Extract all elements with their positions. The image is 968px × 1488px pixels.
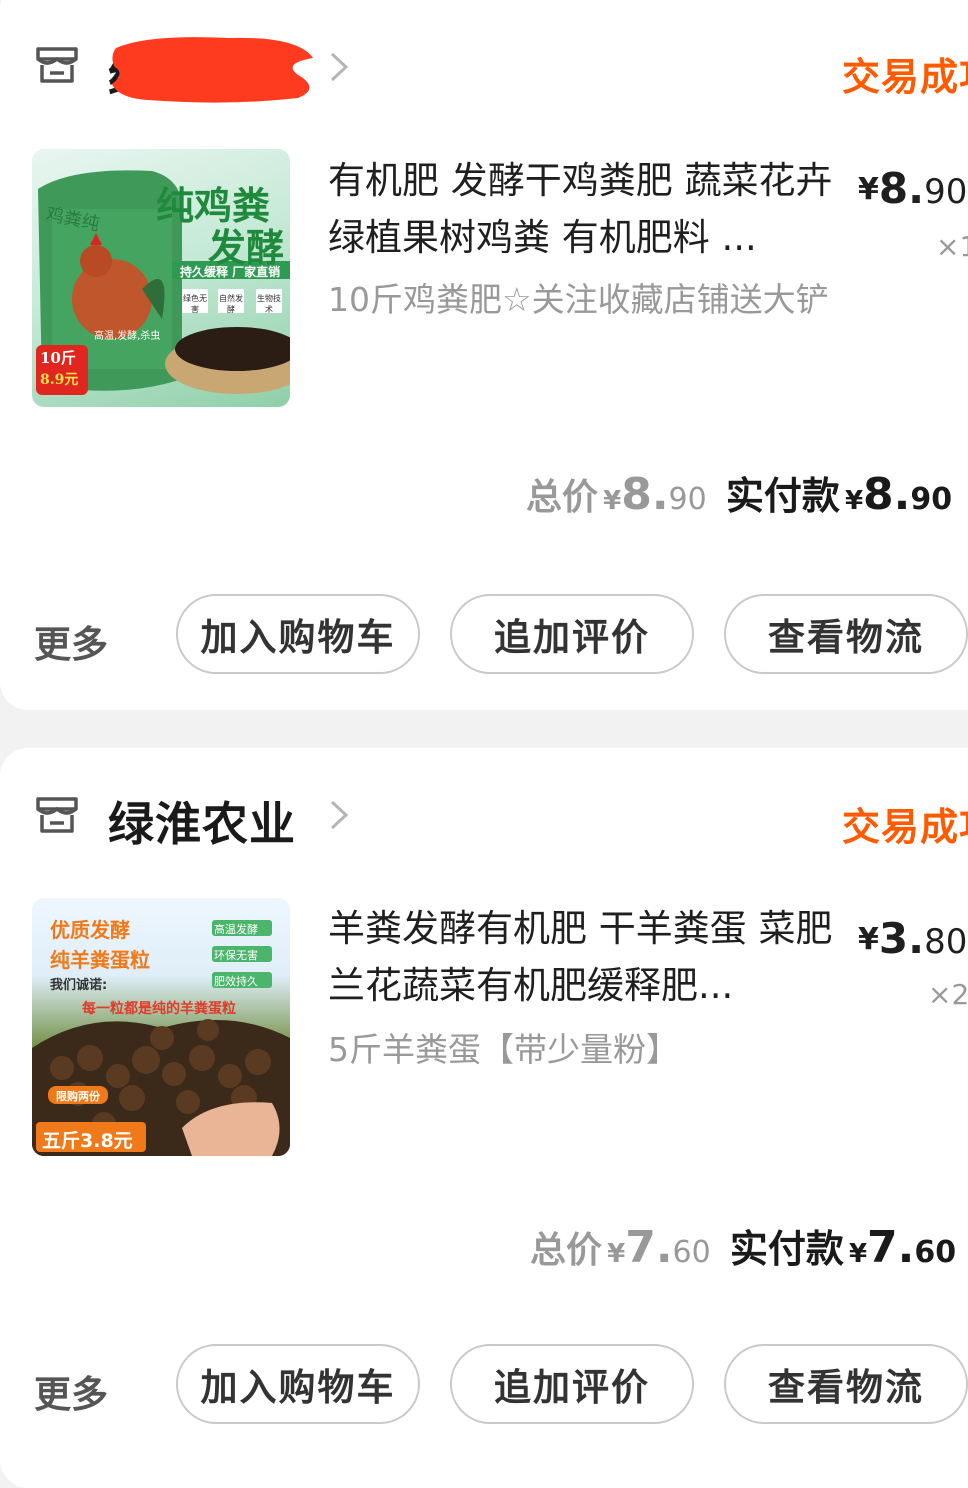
more-button[interactable]: 更多 — [34, 614, 108, 668]
add-review-button[interactable]: 追加评价 — [450, 1344, 694, 1424]
image-tag: 高温发酵 — [214, 923, 258, 936]
paid-label: 实付款 — [729, 1227, 844, 1271]
image-badge: 五斤3.8元 — [42, 1130, 133, 1152]
image-side-text: 高温,发酵,杀虫 — [94, 331, 161, 342]
order-status: 交易成功 — [841, 55, 968, 99]
total-decimal: 60 — [672, 1235, 711, 1270]
paid-symbol: ¥ — [848, 1239, 868, 1269]
image-line1: 优质发酵 — [50, 918, 130, 942]
image-chip: 绿色无害 — [183, 294, 207, 314]
image-line2: 纯羊粪蛋粒 — [50, 948, 150, 972]
paid-label: 实付款 — [725, 474, 840, 518]
image-chip: 生物技术 — [257, 294, 281, 314]
more-button[interactable]: 更多 — [34, 1364, 108, 1418]
paid-decimal: 60 — [914, 1235, 957, 1270]
paid-integer: 7. — [867, 1222, 915, 1273]
image-tag: 肥效持久 — [214, 975, 258, 988]
order-totals: 总价 ¥7.60 实付款 ¥7.60 — [530, 1218, 956, 1273]
price-decimal: 90 — [924, 172, 968, 212]
chevron-right-icon[interactable] — [326, 798, 352, 832]
price-symbol: ¥ — [858, 172, 879, 207]
image-tag: 环保无害 — [214, 949, 258, 962]
redaction-mark — [112, 37, 313, 103]
paid-decimal: 90 — [910, 482, 953, 517]
image-tag: 持久缓释 厂家直销 — [180, 265, 281, 279]
shop-icon — [36, 797, 78, 833]
price-integer: 8. — [878, 164, 925, 213]
image-badge: 10斤 — [40, 349, 76, 367]
image-badge-price: 8.9元 — [40, 372, 79, 388]
image-line4: 每一粒都是纯的羊粪蛋粒 — [82, 1001, 236, 1017]
total-label: 总价 — [530, 1230, 603, 1271]
quantity: ×2 — [928, 978, 968, 1011]
product-title[interactable]: 羊粪发酵有机肥 干羊粪蛋 菜肥兰花蔬菜有机肥缓释肥... — [328, 900, 838, 1014]
total-integer: 7. — [625, 1222, 673, 1273]
total-symbol: ¥ — [603, 486, 622, 516]
price-integer: 3. — [878, 914, 925, 963]
price-decimal: 80 — [924, 922, 968, 962]
total-label: 总价 — [526, 477, 599, 518]
order-card: 绿淮农业 交易成功 优质发酵 纯羊粪蛋粒 我们诚诺: 每一粒都是纯的羊 — [0, 748, 968, 1488]
total-decimal: 90 — [668, 482, 707, 517]
image-chip: 自然发酵 — [219, 294, 243, 314]
quantity: ×1 — [936, 230, 968, 263]
order-card: 绿 交易成功 纯鸡粪 发酵 持久缓释 厂家直销 鸡粪纯 绿色无害 自然发酵 — [0, 0, 968, 710]
product-sku: 10斤鸡粪肥☆关注收藏店铺送大铲 — [328, 280, 829, 319]
price-symbol: ¥ — [858, 922, 879, 957]
shop-icon — [36, 47, 78, 83]
total-symbol: ¥ — [607, 1239, 626, 1269]
product-sku: 5斤羊粪蛋【带少量粉】 — [328, 1030, 679, 1069]
total-integer: 8. — [621, 469, 669, 520]
order-totals: 总价 ¥8.90 实付款 ¥8.90 — [526, 465, 952, 520]
order-status: 交易成功 — [841, 805, 968, 849]
add-to-cart-button[interactable]: 加入购物车 — [176, 1344, 420, 1424]
view-logistics-button[interactable]: 查看物流 — [724, 1344, 968, 1424]
chevron-right-icon[interactable] — [326, 50, 352, 84]
paid-symbol: ¥ — [844, 486, 864, 516]
product-title[interactable]: 有机肥 发酵干鸡粪肥 蔬菜花卉绿植果树鸡粪 有机肥料 ... — [328, 152, 838, 266]
add-review-button[interactable]: 追加评价 — [450, 594, 694, 674]
product-image[interactable]: 优质发酵 纯羊粪蛋粒 我们诚诺: 每一粒都是纯的羊粪蛋粒 高温发酵 环保无害 肥… — [32, 898, 290, 1156]
add-to-cart-button[interactable]: 加入购物车 — [176, 594, 420, 674]
unit-price: ¥3.80 — [858, 914, 967, 963]
shop-name[interactable]: 绿淮农业 — [108, 788, 296, 854]
product-image[interactable]: 纯鸡粪 发酵 持久缓释 厂家直销 鸡粪纯 绿色无害 自然发酵 生物技术 高温,发… — [32, 149, 290, 407]
image-line3: 我们诚诺: — [50, 978, 108, 993]
image-limit: 限购两份 — [56, 1090, 100, 1103]
view-logistics-button[interactable]: 查看物流 — [724, 594, 968, 674]
paid-integer: 8. — [863, 469, 911, 520]
unit-price: ¥8.90 — [858, 164, 967, 213]
